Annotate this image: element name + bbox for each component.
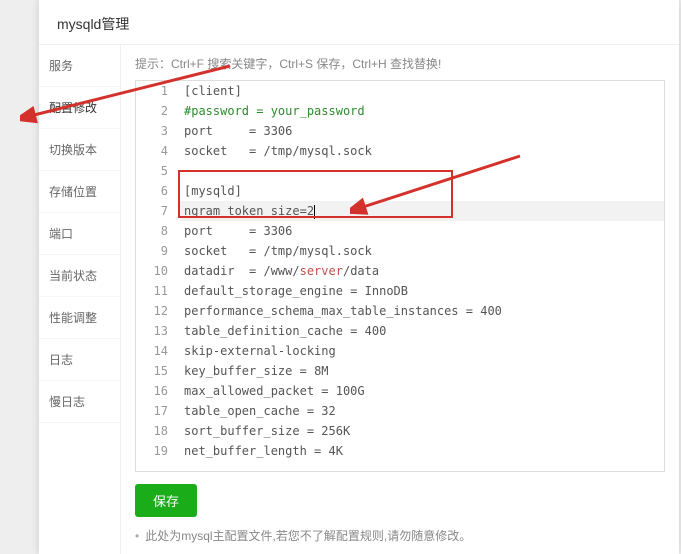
sidebar-item-log[interactable]: 日志 [39,339,120,381]
line-content[interactable]: skip-external-locking [180,341,664,361]
line-content[interactable]: sort_buffer_size = 256K [180,421,664,441]
line-number: 5 [136,161,180,181]
line-content[interactable]: socket = /tmp/mysql.sock [180,141,664,161]
code-line[interactable]: 17table_open_cache = 32 [136,401,664,421]
line-content[interactable]: [client] [180,81,664,101]
sidebar-item-config[interactable]: 配置修改 [39,87,120,129]
line-content[interactable]: key_buffer_size = 8M [180,361,664,381]
code-line[interactable]: 15key_buffer_size = 8M [136,361,664,381]
line-number: 15 [136,361,180,381]
line-content[interactable]: port = 3306 [180,121,664,141]
line-number: 11 [136,281,180,301]
line-number: 16 [136,381,180,401]
line-content[interactable] [180,161,664,181]
line-number: 8 [136,221,180,241]
line-number: 1 [136,81,180,101]
code-line[interactable]: 5 [136,161,664,181]
line-content[interactable]: net_buffer_length = 4K [180,441,664,461]
line-number: 14 [136,341,180,361]
line-number: 2 [136,101,180,121]
line-number: 10 [136,261,180,281]
code-line[interactable]: 4socket = /tmp/mysql.sock [136,141,664,161]
sidebar-item-label: 端口 [49,227,73,241]
sidebar-item-switch-ver[interactable]: 切换版本 [39,129,120,171]
line-number: 17 [136,401,180,421]
sidebar-item-service[interactable]: 服务 [39,45,120,87]
sidebar-item-label: 服务 [49,59,73,73]
line-content[interactable]: table_definition_cache = 400 [180,321,664,341]
line-content[interactable]: table_open_cache = 32 [180,401,664,421]
sidebar-item-label: 切换版本 [49,143,97,157]
code-line[interactable]: 14skip-external-locking [136,341,664,361]
save-button[interactable]: 保存 [135,484,197,517]
line-number: 7 [136,201,180,221]
sidebar-item-label: 性能调整 [49,311,97,325]
code-line[interactable]: 19net_buffer_length = 4K [136,441,664,461]
footnote: 此处为mysql主配置文件,若您不了解配置规则,请勿随意修改。 [135,527,665,544]
line-content[interactable]: [mysqld] [180,181,664,201]
line-content[interactable]: datadir = /www/server/data [180,261,664,281]
code-line[interactable]: 3port = 3306 [136,121,664,141]
sidebar-item-slowlog[interactable]: 慢日志 [39,381,120,423]
main-panel: 提示：Ctrl+F 搜索关键字，Ctrl+S 保存，Ctrl+H 查找替换! 1… [121,45,679,554]
line-number: 18 [136,421,180,441]
code-line[interactable]: 2#password = your_password [136,101,664,121]
line-content[interactable]: max_allowed_packet = 100G [180,381,664,401]
editor-hint: 提示：Ctrl+F 搜索关键字，Ctrl+S 保存，Ctrl+H 查找替换! [135,55,665,72]
code-line[interactable]: 16max_allowed_packet = 100G [136,381,664,401]
sidebar-item-perf[interactable]: 性能调整 [39,297,120,339]
line-content[interactable]: socket = /tmp/mysql.sock [180,241,664,261]
modal-title: mysqld管理 [39,0,679,45]
code-line[interactable]: 9socket = /tmp/mysql.sock [136,241,664,261]
line-number: 3 [136,121,180,141]
code-line[interactable]: 10datadir = /www/server/data [136,261,664,281]
code-line[interactable]: 12performance_schema_max_table_instances… [136,301,664,321]
sidebar-item-storage[interactable]: 存储位置 [39,171,120,213]
line-number: 19 [136,441,180,461]
code-line[interactable]: 8port = 3306 [136,221,664,241]
line-content[interactable]: performance_schema_max_table_instances =… [180,301,664,321]
line-content[interactable]: default_storage_engine = InnoDB [180,281,664,301]
sidebar-item-label: 慢日志 [49,395,85,409]
line-number: 4 [136,141,180,161]
code-line[interactable]: 1[client] [136,81,664,101]
code-line[interactable]: 6[mysqld] [136,181,664,201]
modal-body: 服务 配置修改 切换版本 存储位置 端口 当前状态 性能调整 日志 慢日志 提示… [39,45,679,554]
code-line[interactable]: 11default_storage_engine = InnoDB [136,281,664,301]
sidebar-item-label: 日志 [49,353,73,367]
sidebar-item-label: 当前状态 [49,269,97,283]
sidebar-item-label: 存储位置 [49,185,97,199]
line-content[interactable]: #password = your_password [180,101,664,121]
line-number: 9 [136,241,180,261]
config-editor[interactable]: 1[client]2#password = your_password3port… [135,80,665,472]
code-line[interactable]: 18sort_buffer_size = 256K [136,421,664,441]
code-line[interactable]: 13table_definition_cache = 400 [136,321,664,341]
line-number: 13 [136,321,180,341]
line-content[interactable]: port = 3306 [180,221,664,241]
mysqld-manage-modal: mysqld管理 服务 配置修改 切换版本 存储位置 端口 当前状态 性能调整 … [39,0,679,554]
line-number: 12 [136,301,180,321]
sidebar-item-port[interactable]: 端口 [39,213,120,255]
code-line[interactable]: 7ngram_token_size=2 [136,201,664,221]
sidebar-item-status[interactable]: 当前状态 [39,255,120,297]
line-content[interactable]: ngram_token_size=2 [180,201,664,221]
line-number: 6 [136,181,180,201]
sidebar-item-label: 配置修改 [49,101,97,115]
sidebar: 服务 配置修改 切换版本 存储位置 端口 当前状态 性能调整 日志 慢日志 [39,45,121,554]
